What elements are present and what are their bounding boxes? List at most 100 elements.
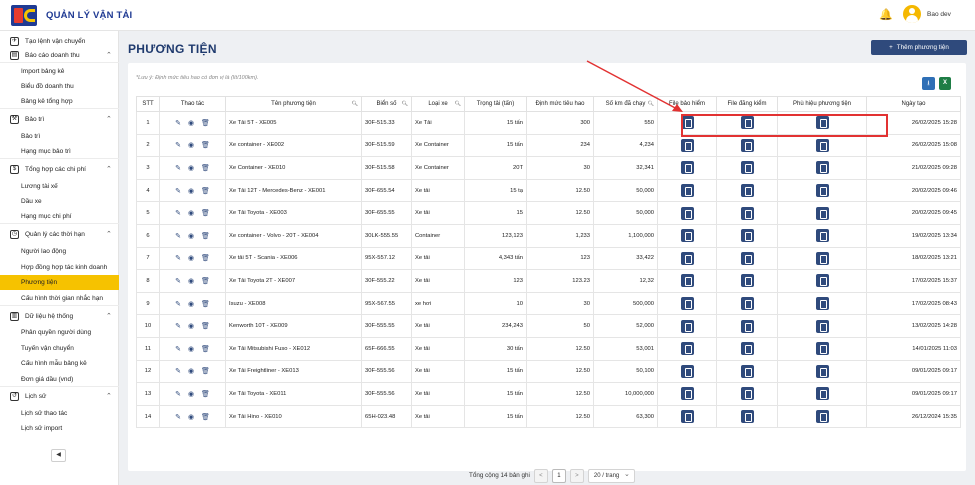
column-header[interactable]: Thao tác [159, 96, 226, 112]
vehicle-badge-button[interactable] [815, 319, 829, 333]
registration-file-button[interactable] [740, 229, 754, 243]
view-icon[interactable]: ◉ [188, 390, 194, 398]
registration-file-button[interactable] [740, 364, 754, 378]
table-row[interactable]: 5 ✎ ◉ 🗑 Xe Tải Toyota - XE003 30F-655.55 Xe tả… [136, 201, 961, 225]
view-icon[interactable]: ◉ [188, 345, 194, 353]
avatar[interactable] [903, 5, 921, 23]
sidebar-item-15[interactable]: Phương tiện [0, 275, 119, 290]
download-icon[interactable]: ⭳ [922, 77, 935, 90]
column-header[interactable]: Trọng tải (tấn) [464, 96, 527, 112]
column-header[interactable]: Phù hiệu phương tiện [777, 96, 867, 112]
registration-file-button[interactable] [740, 297, 754, 311]
insurance-file-button[interactable] [680, 138, 694, 152]
sidebar-item-13[interactable]: Người lao động [0, 244, 119, 259]
sidebar-group-8[interactable]: $ Tổng hợp các chi phí ⌃ [0, 162, 119, 177]
registration-file-button[interactable] [740, 184, 754, 198]
registration-file-button[interactable] [740, 342, 754, 356]
delete-icon[interactable]: 🗑 [201, 254, 210, 262]
table-row[interactable]: 6 ✎ ◉ 🗑 Xe container - Volvo - 20T - XE004 30… [136, 223, 961, 248]
delete-icon[interactable]: 🗑 [201, 232, 210, 240]
table-row[interactable]: 9 ✎ ◉ 🗑 Isuzu - XE008 95X-567.55 xe hơi 10 30 500… [136, 291, 961, 316]
view-icon[interactable]: ◉ [188, 209, 194, 217]
sidebar-item-9[interactable]: Lương tài xế [0, 179, 119, 194]
sidebar-item-14[interactable]: Hợp đồng hợp tác kinh doanh [0, 260, 119, 275]
column-header[interactable]: Biển số 🔍︎ [361, 96, 412, 112]
column-header[interactable]: Ngày tạo [866, 96, 961, 112]
registration-file-button[interactable] [740, 138, 754, 152]
delete-icon[interactable]: 🗑 [201, 322, 210, 330]
table-row[interactable]: 14 ✎ ◉ 🗑 Xe Tải Hino - XE010 65H-023.48 Xe tải… [136, 404, 961, 429]
delete-icon[interactable]: 🗑 [201, 390, 210, 398]
page-size-select[interactable]: 20 / trang [587, 468, 635, 483]
vehicle-badge-button[interactable] [815, 138, 829, 152]
insurance-file-button[interactable] [680, 387, 694, 401]
registration-file-button[interactable] [740, 319, 754, 333]
sidebar-item-16[interactable]: Cấu hình thời gian nhắc hạn [0, 291, 119, 306]
edit-icon[interactable]: ✎ [175, 164, 181, 172]
edit-icon[interactable]: ✎ [175, 300, 181, 308]
delete-icon[interactable]: 🗑 [201, 164, 210, 172]
view-icon[interactable]: ◉ [188, 254, 194, 262]
view-icon[interactable]: ◉ [188, 232, 194, 240]
edit-icon[interactable]: ✎ [175, 141, 181, 149]
sidebar-item-18[interactable]: Phân quyền người dùng [0, 325, 119, 340]
view-icon[interactable]: ◉ [188, 164, 194, 172]
column-search-icon[interactable]: 🔍︎ [402, 101, 408, 107]
view-icon[interactable]: ◉ [188, 187, 194, 195]
delete-icon[interactable]: 🗑 [201, 209, 210, 217]
sidebar-item-24[interactable]: Lịch sử import [0, 421, 119, 436]
edit-icon[interactable]: ✎ [175, 390, 181, 398]
sidebar-item-3[interactable]: Biểu đồ doanh thu [0, 79, 119, 94]
edit-icon[interactable]: ✎ [175, 277, 181, 285]
delete-icon[interactable]: 🗑 [201, 300, 210, 308]
insurance-file-button[interactable] [680, 206, 694, 220]
registration-file-button[interactable] [740, 410, 754, 424]
sidebar-group-17[interactable]: ▥ Dữ liệu hệ thống ⌃ [0, 309, 119, 324]
view-icon[interactable]: ◉ [188, 300, 194, 308]
table-row[interactable]: 8 ✎ ◉ 🗑 Xe Tải Toyota 2T - XE007 30F-555.22 Xe… [136, 269, 961, 293]
sidebar-item-7[interactable]: Hạng mục bảo trì [0, 144, 119, 159]
insurance-file-button[interactable] [680, 161, 694, 175]
registration-file-button[interactable] [740, 387, 754, 401]
table-row[interactable]: 3 ✎ ◉ 🗑 Xe Container - XE010 30F-515.58 Xe Con… [136, 156, 961, 180]
sidebar-item-4[interactable]: Bảng kê tổng hợp [0, 94, 119, 109]
registration-file-button[interactable] [740, 206, 754, 220]
table-row[interactable]: 7 ✎ ◉ 🗑 Xe tải 5T - Scania - XE006 95X-557.12… [136, 246, 961, 271]
table-row[interactable]: 13 ✎ ◉ 🗑 Xe Tải Toyota - XE011 30F-555.56 Xe t… [136, 382, 961, 406]
column-header[interactable]: STT [136, 96, 160, 112]
add-vehicle-button[interactable]: + Thêm phương tiện [871, 40, 967, 55]
sidebar-group-22[interactable]: ↺ Lịch sử ⌃ [0, 389, 119, 404]
sidebar-item-19[interactable]: Tuyến vận chuyển [0, 341, 119, 356]
table-row[interactable]: 11 ✎ ◉ 🗑 Xe Tải Mitsubishi Fuso - XE012 65F-6… [136, 336, 961, 361]
table-row[interactable]: 10 ✎ ◉ 🗑 Kenworth 10T - XE009 30F-555.55 Xe tả… [136, 314, 961, 338]
insurance-file-button[interactable] [680, 319, 694, 333]
edit-icon[interactable]: ✎ [175, 119, 181, 127]
sidebar-item-6[interactable]: Bảo trì [0, 129, 119, 144]
sidebar-item-23[interactable]: Lịch sử thao tác [0, 406, 119, 421]
excel-export-icon[interactable]: X [939, 77, 951, 90]
sidebar-item-2[interactable]: Import bảng kê [0, 64, 119, 79]
collapse-sidebar-button[interactable]: ◀ [51, 449, 66, 462]
table-row[interactable]: 4 ✎ ◉ 🗑 Xe Tải 12T - Mercedes-Benz - XE001 30… [136, 178, 961, 203]
page-number-button[interactable]: 1 [551, 468, 566, 483]
sidebar-item-10[interactable]: Dầu xe [0, 194, 119, 209]
registration-file-button[interactable] [740, 251, 754, 265]
edit-icon[interactable]: ✎ [175, 413, 181, 421]
vehicle-badge-button[interactable] [815, 251, 829, 265]
insurance-file-button[interactable] [680, 364, 694, 378]
table-row[interactable]: 12 ✎ ◉ 🗑 Xe Tải Freightliner - XE013 30F-555.… [136, 359, 961, 384]
vehicle-badge-button[interactable] [815, 410, 829, 424]
insurance-file-button[interactable] [680, 342, 694, 356]
sidebar-group-12[interactable]: ◷ Quản lý các thời hạn ⌃ [0, 227, 119, 242]
delete-icon[interactable]: 🗑 [201, 345, 210, 353]
sidebar-group-1[interactable]: ▤ Báo cáo doanh thu ⌃ [0, 48, 119, 63]
delete-icon[interactable]: 🗑 [201, 187, 210, 195]
column-search-icon[interactable]: 🔍︎ [352, 101, 358, 107]
sidebar-group-5[interactable]: ⚒ Bảo trì ⌃ [0, 112, 119, 127]
edit-icon[interactable]: ✎ [175, 187, 181, 195]
delete-icon[interactable]: 🗑 [201, 277, 210, 285]
view-icon[interactable]: ◉ [188, 277, 194, 285]
table-row[interactable]: 2 ✎ ◉ 🗑 Xe container - XE002 30F-515.59 Xe Con… [136, 133, 961, 158]
user-name[interactable]: Bao dev [927, 11, 951, 18]
vehicle-badge-button[interactable] [815, 206, 829, 220]
